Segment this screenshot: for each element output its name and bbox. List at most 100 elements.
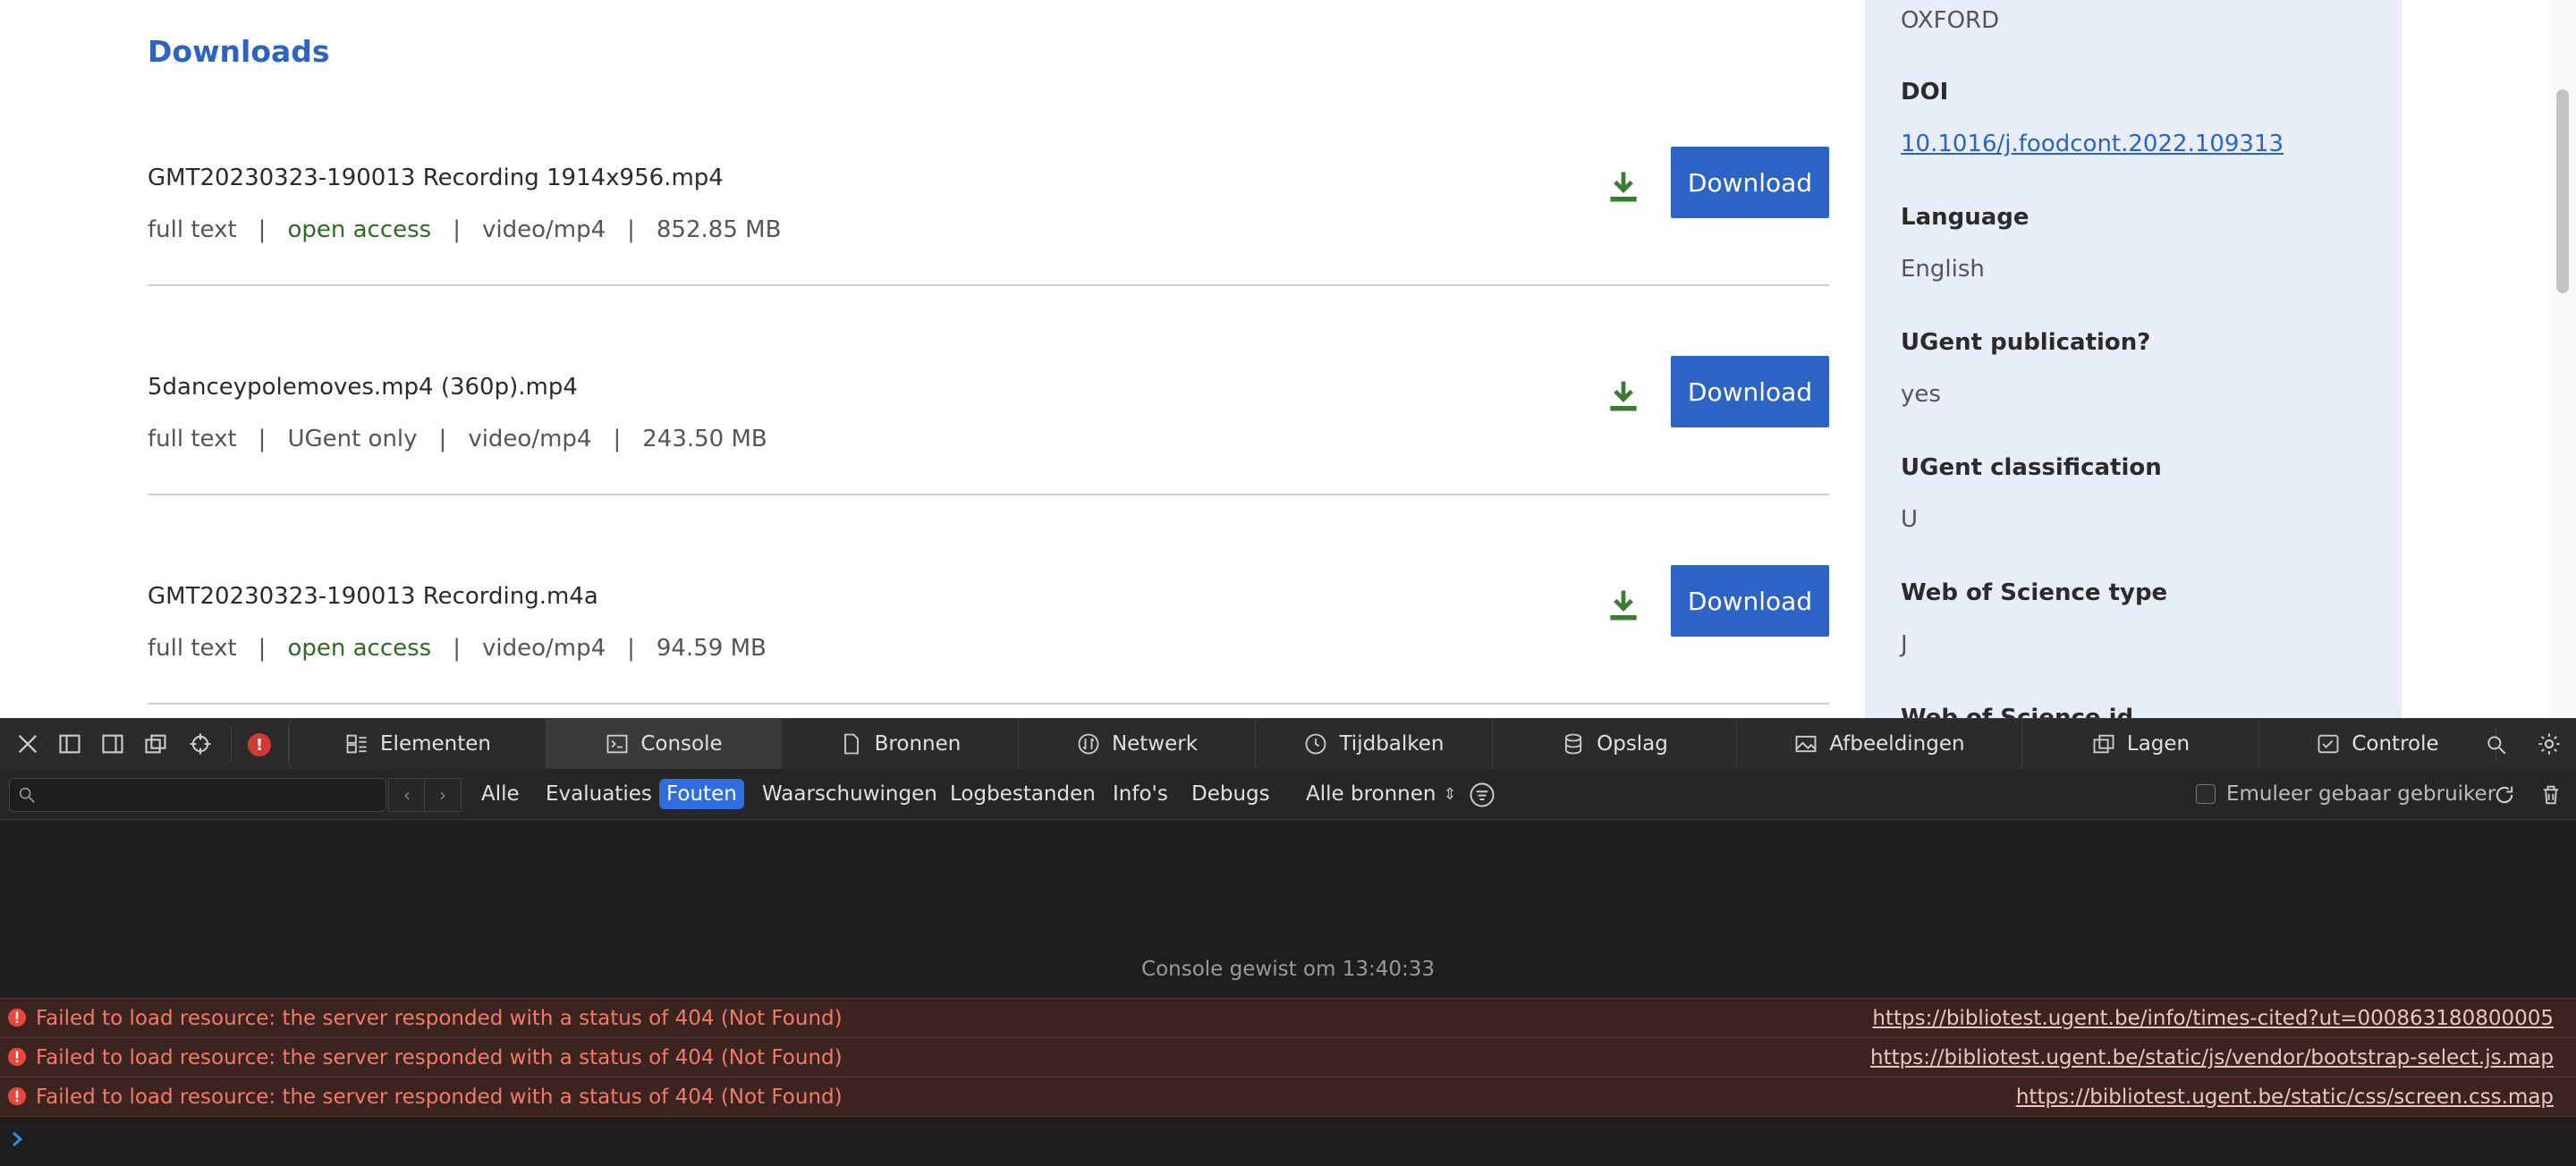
prompt-chevron-icon	[13, 1131, 23, 1147]
meta-type: full text	[148, 635, 237, 662]
filter-logbestanden[interactable]: Logbestanden	[943, 779, 1103, 809]
search-icon[interactable]	[2485, 733, 2508, 756]
download-meta: full text | open access | video/mp4 | 852.85 M…	[148, 216, 781, 243]
meta-size: 852.85 MB	[656, 216, 782, 243]
filter-alle[interactable]: Alle	[474, 779, 527, 809]
meta-separator: |	[258, 216, 267, 243]
download-button[interactable]: Download	[1671, 147, 1829, 218]
page-scrollbar[interactable]	[2551, 0, 2576, 718]
download-filename[interactable]: 5danceypolemoves.mp4 (360p).mp4	[148, 374, 578, 401]
console-cleared-message: Console gewist om 13:40:33	[1141, 958, 1435, 981]
tab-label: Opslag	[1597, 732, 1668, 756]
dock-left-icon[interactable]	[57, 731, 82, 756]
filter-input[interactable]	[9, 778, 386, 812]
meta-access: UGent only	[287, 426, 418, 452]
sources-select-label: Alle bronnen	[1306, 782, 1436, 806]
devtools-tabbar: ! Elementen Console Bronnen Netwerk Tijd…	[0, 718, 2576, 770]
image-icon	[1795, 735, 1817, 753]
scrollbar-thumb[interactable]	[2556, 89, 2569, 293]
emulate-user-gesture[interactable]: Emuleer gebaar gebruiker	[2196, 779, 2496, 809]
filter-infos[interactable]: Info's	[1106, 779, 1175, 809]
tab-netwerk[interactable]: Netwerk	[1018, 719, 1255, 769]
console-error-row[interactable]: Failed to load resource: the server resp…	[0, 1077, 2576, 1117]
tab-lagen[interactable]: Lagen	[2021, 719, 2258, 769]
meta-separator: |	[438, 426, 447, 452]
tab-bronnen[interactable]: Bronnen	[781, 719, 1018, 769]
download-meta: full text | UGent only | video/mp4 | 243.50 MB	[148, 426, 767, 452]
ugent-publication-label: UGent publication?	[1901, 329, 2151, 356]
error-badge-icon[interactable]: !	[248, 733, 271, 756]
download-icon[interactable]	[1604, 376, 1643, 416]
filter-fouten[interactable]: Fouten	[659, 779, 744, 809]
filter-evaluaties[interactable]: Evaluaties	[538, 779, 659, 809]
previous-button[interactable]: ‹	[388, 778, 426, 812]
database-icon	[1565, 733, 1582, 755]
console-error-row[interactable]: Failed to load resource: the server resp…	[0, 998, 2576, 1037]
layers-icon	[2093, 734, 2114, 754]
console-input[interactable]	[36, 1120, 2540, 1160]
doi-value-wrap: 10.1016/j.foodcont.2022.109313	[1901, 131, 2284, 157]
language-label: Language	[1901, 204, 2029, 231]
doi-link[interactable]: 10.1016/j.foodcont.2022.109313	[1901, 131, 2284, 157]
meta-separator: |	[258, 635, 267, 662]
trash-icon[interactable]	[2538, 782, 2563, 807]
reload-icon[interactable]	[2492, 782, 2517, 807]
tab-tijdbalken[interactable]: Tijdbalken	[1255, 719, 1492, 769]
tab-opslag[interactable]: Opslag	[1492, 719, 1736, 769]
dock-right-icon[interactable]	[100, 731, 125, 756]
downloads-heading: Downloads	[148, 34, 330, 69]
filter-lines-icon[interactable]	[1469, 782, 1496, 808]
sources-select[interactable]: Alle bronnen ⇕	[1299, 779, 1464, 809]
meta-size: 94.59 MB	[656, 635, 767, 662]
tab-afbeeldingen[interactable]: Afbeeldingen	[1736, 719, 2021, 769]
tab-console[interactable]: Console	[546, 719, 781, 769]
ugent-classification-label: UGent classification	[1901, 454, 2162, 481]
chevron-left-icon: ‹	[403, 784, 411, 806]
download-button[interactable]: Download	[1671, 356, 1829, 427]
error-icon	[7, 1008, 27, 1027]
tab-controle[interactable]: Controle	[2258, 719, 2496, 769]
download-button[interactable]: Download	[1671, 565, 1829, 637]
elements-icon	[346, 734, 367, 754]
language-value: English	[1901, 256, 1985, 283]
next-button[interactable]: ›	[424, 778, 462, 812]
tab-label: Elementen	[380, 732, 491, 756]
meta-type: full text	[148, 426, 237, 452]
search-icon	[19, 787, 35, 803]
updown-icon: ⇕	[1443, 784, 1457, 804]
error-icon	[7, 1086, 27, 1106]
error-message: Failed to load resource: the server resp…	[36, 1085, 843, 1109]
console-icon	[606, 734, 628, 754]
download-filename[interactable]: GMT20230323-190013 Recording.m4a	[148, 583, 598, 610]
download-icon[interactable]	[1604, 586, 1643, 625]
error-source-link[interactable]: https://bibliotest.ugent.be/static/js/ve…	[1870, 1046, 2554, 1069]
meta-mime: video/mp4	[468, 426, 592, 452]
close-icon[interactable]	[15, 731, 40, 756]
filter-debugs[interactable]: Debugs	[1184, 779, 1277, 809]
filter-waarschuwingen[interactable]: Waarschuwingen	[755, 779, 945, 809]
tab-elementen[interactable]: Elementen	[289, 719, 546, 769]
meta-type: full text	[148, 216, 237, 243]
tab-label: Afbeeldingen	[1829, 732, 1965, 756]
download-filename[interactable]: GMT20230323-190013 Recording 1914x956.mp…	[148, 165, 724, 191]
web-inspector: ! Elementen Console Bronnen Netwerk Tijd…	[0, 718, 2576, 1166]
error-source-link[interactable]: https://bibliotest.ugent.be/info/times-c…	[1872, 1007, 2554, 1030]
metadata-sidebar: OXFORD DOI 10.1016/j.foodcont.2022.10931…	[1865, 0, 2402, 718]
console-error-row[interactable]: Failed to load resource: the server resp…	[0, 1037, 2576, 1077]
meta-separator: |	[627, 216, 635, 243]
error-icon	[7, 1047, 27, 1067]
tab-label: Bronnen	[874, 732, 962, 756]
meta-separator: |	[613, 426, 622, 452]
detach-window-icon[interactable]	[143, 731, 168, 756]
wos-type-value: J	[1901, 631, 1908, 658]
error-source-link[interactable]: https://bibliotest.ugent.be/static/css/s…	[2016, 1086, 2554, 1109]
gear-icon[interactable]	[2537, 731, 2562, 756]
download-icon[interactable]	[1604, 167, 1643, 207]
document-icon	[843, 733, 859, 755]
emulate-checkbox[interactable]	[2196, 784, 2216, 804]
meta-separator: |	[453, 635, 461, 662]
download-item: 5danceypolemoves.mp4 (360p).mp4 full tex…	[148, 356, 1829, 565]
meta-mime: video/mp4	[481, 635, 606, 662]
console-output: Console gewist om 13:40:33 Failed to loa…	[0, 820, 2576, 1166]
crosshair-icon[interactable]	[188, 731, 213, 756]
